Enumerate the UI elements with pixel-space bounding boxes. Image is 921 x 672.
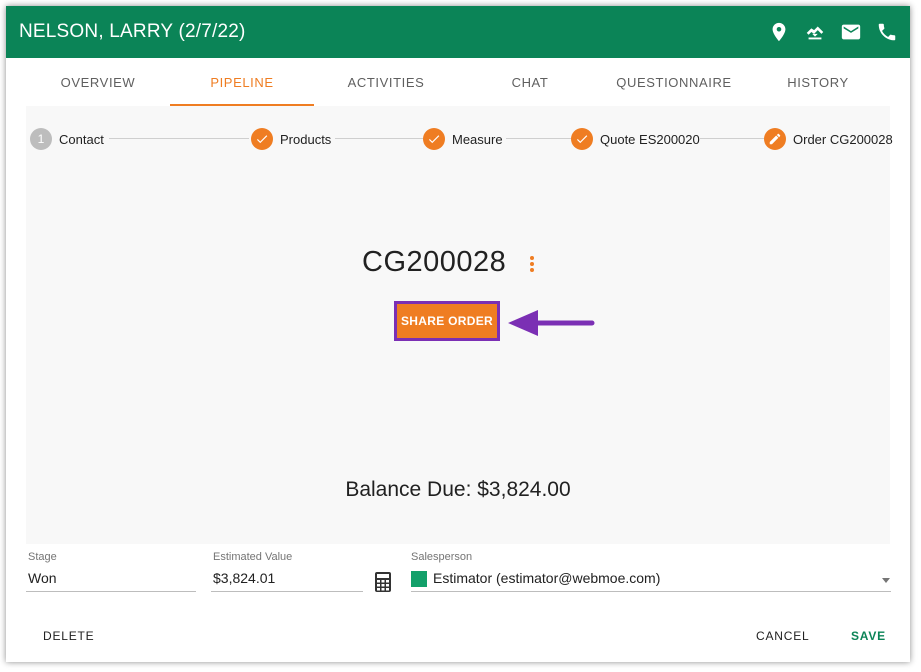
estimated-value-label: Estimated Value	[213, 551, 293, 563]
location-icon[interactable]	[768, 21, 790, 43]
step-products[interactable]: Products	[251, 127, 331, 151]
handshake-icon[interactable]	[804, 21, 826, 43]
step-order[interactable]: Order CG200028	[764, 127, 893, 151]
estimated-value-underline	[211, 591, 363, 592]
stage-label: Stage	[28, 551, 57, 563]
estimated-value-input[interactable]: $3,824.01	[213, 570, 275, 586]
pipeline-panel: 1 Contact Products Measure Quote ES20002…	[26, 106, 893, 544]
share-order-button[interactable]: SHARE ORDER	[394, 301, 500, 341]
step-label: Measure	[452, 131, 503, 147]
step-connector	[109, 138, 249, 139]
check-icon	[423, 128, 445, 150]
tab-bar: OVERVIEW PIPELINE ACTIVITIES CHAT QUESTI…	[26, 58, 890, 106]
save-button[interactable]: SAVE	[851, 629, 886, 643]
dialog: NELSON, LARRY (2/7/22) OVERVIEW PIPELINE…	[6, 6, 910, 662]
balance-due: Balance Due: $3,824.00	[345, 478, 571, 501]
pencil-icon	[764, 128, 786, 150]
step-contact[interactable]: 1 Contact	[30, 127, 104, 151]
order-number: CG200028	[362, 246, 507, 278]
pipeline-stepper: 1 Contact Products Measure Quote ES20002…	[26, 106, 893, 170]
step-label: Products	[280, 131, 332, 147]
step-number: 1	[30, 128, 52, 150]
step-connector	[700, 138, 764, 139]
salesperson-label: Salesperson	[411, 551, 473, 563]
check-icon	[571, 128, 593, 150]
phone-icon[interactable]	[876, 21, 898, 43]
dialog-header: NELSON, LARRY (2/7/22)	[6, 6, 910, 58]
step-connector	[506, 138, 572, 139]
delete-button[interactable]: DELETE	[43, 629, 94, 643]
step-connector	[335, 138, 423, 139]
header-actions	[768, 6, 898, 58]
tab-questionnaire[interactable]: QUESTIONNAIRE	[602, 58, 746, 106]
salesperson-underline	[411, 591, 891, 592]
step-label: Quote ES200020	[600, 131, 700, 147]
cancel-button[interactable]: CANCEL	[756, 629, 809, 643]
tab-history[interactable]: HISTORY	[746, 58, 890, 106]
contact-title: NELSON, LARRY (2/7/22)	[19, 21, 246, 42]
email-icon[interactable]	[840, 21, 862, 43]
tab-chat[interactable]: CHAT	[458, 58, 602, 106]
tab-activities[interactable]: ACTIVITIES	[314, 58, 458, 106]
arrow-pointer-icon	[508, 310, 595, 336]
step-label: Order CG200028	[793, 131, 893, 147]
salesperson-color-swatch	[411, 571, 427, 587]
tab-pipeline[interactable]: PIPELINE	[170, 58, 314, 106]
chevron-down-icon[interactable]	[882, 578, 890, 583]
stage-underline	[26, 591, 196, 592]
step-label: Contact	[59, 131, 104, 147]
step-quote[interactable]: Quote ES200020	[571, 127, 700, 151]
more-vert-icon[interactable]	[526, 256, 538, 276]
stage-field[interactable]: Won	[28, 570, 57, 586]
tab-overview[interactable]: OVERVIEW	[26, 58, 170, 106]
salesperson-select[interactable]: Estimator (estimator@webmoe.com)	[433, 570, 660, 586]
calculator-icon[interactable]	[374, 571, 392, 593]
step-measure[interactable]: Measure	[423, 127, 503, 151]
check-icon	[251, 128, 273, 150]
